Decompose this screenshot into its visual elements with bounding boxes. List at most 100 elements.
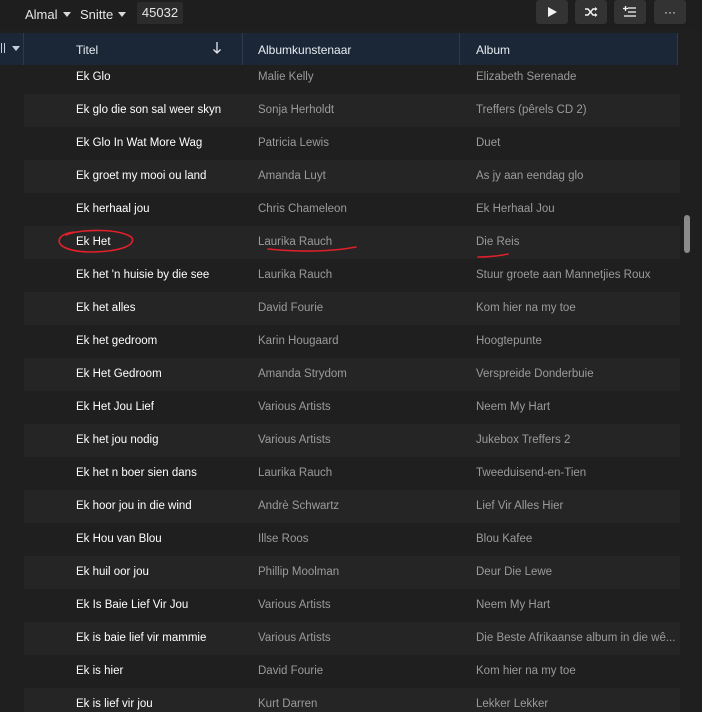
more-options-button[interactable]: ···	[654, 0, 686, 24]
table-row[interactable]: Ek Hou van Blou Illse Roos Blou Kafee	[24, 523, 680, 556]
table-row[interactable]: Ek Het Laurika Rauch Die Reis	[24, 226, 680, 259]
track-album: Kom hier na my toe	[476, 302, 576, 314]
track-title: Ek huil oor jou	[76, 566, 149, 578]
track-album: Verspreide Donderbuie	[476, 368, 594, 380]
column-header-album[interactable]: Album	[476, 43, 510, 57]
track-album: Ek Herhaal Jou	[476, 203, 555, 215]
track-album-artist: Laurika Rauch	[258, 269, 333, 281]
track-title: Ek hoor jou in die wind	[76, 500, 192, 512]
table-row[interactable]: Ek Glo In Wat More Wag Patricia Lewis Duet	[24, 127, 680, 160]
filter-dropdown-snitte[interactable]: Snitte	[80, 5, 127, 23]
track-title: Ek is hier	[76, 665, 124, 677]
table-row[interactable]: Ek hoor jou in die wind Andrè Schwartz Lie…	[24, 490, 680, 523]
track-title: Ek Hou van Blou	[76, 533, 162, 545]
toolbar: Almal Snitte 45032 ···	[0, 0, 702, 30]
track-count: 45032	[137, 2, 183, 24]
scrollbar-track[interactable]	[680, 61, 702, 712]
filter-dropdown-label: Snitte	[80, 6, 114, 22]
table-row[interactable]: Ek Glo Malie Kelly Elizabeth Serenade	[24, 61, 680, 94]
column-header-album-artist[interactable]: Albumkunstenaar	[258, 43, 351, 57]
track-album: Duet	[476, 137, 501, 149]
track-album-artist: Malie Kelly	[258, 71, 314, 83]
table-row[interactable]: Ek het jou nodig Various Artists Jukebox T…	[24, 424, 680, 457]
track-album-artist: Various Artists	[258, 434, 331, 446]
track-album-artist: Various Artists	[258, 401, 331, 413]
track-album-artist: Chris Chameleon	[258, 203, 347, 215]
table-row[interactable]: Ek het gedroom Karin Hougaard Hoogtepunte	[24, 325, 680, 358]
track-album: Jukebox Treffers 2	[476, 434, 571, 446]
filter-dropdown-almal[interactable]: Almal	[25, 5, 71, 23]
table-row[interactable]: Ek is baie lief vir mammie Various Artist…	[24, 622, 680, 655]
sort-down-arrow-icon[interactable]	[212, 41, 222, 55]
table-row[interactable]: Ek herhaal jou Chris Chameleon Ek Herhaal …	[24, 193, 680, 226]
track-title: Ek Is Baie Lief Vir Jou	[76, 599, 189, 611]
track-album-artist: Phillip Moolman	[258, 566, 340, 578]
track-album: Treffers (pêrels CD 2)	[476, 104, 587, 116]
play-button[interactable]	[536, 0, 568, 24]
track-album-artist: Kurt Darren	[258, 698, 318, 710]
track-title: Ek Glo In Wat More Wag	[76, 137, 203, 149]
add-to-queue-button[interactable]	[614, 0, 646, 24]
table-row[interactable]: Ek Is Baie Lief Vir Jou Various Artists Ne…	[24, 589, 680, 622]
track-album-artist: Sonja Herholdt	[258, 104, 335, 116]
table-row[interactable]: Ek Het Gedroom Amanda Strydom Verspreide D…	[24, 358, 680, 391]
table-row[interactable]: Ek is hier David Fourie Kom hier na my toe	[24, 655, 680, 688]
track-title: Ek Het Gedroom	[76, 368, 162, 380]
table-row[interactable]: Ek glo die son sal weer skyn Sonja Herhol…	[24, 94, 680, 127]
track-album: Tweeduisend-en-Tien	[476, 467, 587, 479]
track-album-artist: Laurika Rauch	[258, 236, 333, 248]
track-album-artist: David Fourie	[258, 302, 324, 314]
table-row[interactable]: Ek het n boer sien dans Laurika Rauch Twee…	[24, 457, 680, 490]
track-title: Ek Het Jou Lief	[76, 401, 154, 413]
shuffle-button[interactable]	[575, 0, 607, 24]
track-album: Elizabeth Serenade	[476, 71, 577, 83]
track-title: Ek groet my mooi ou land	[76, 170, 207, 182]
shuffle-icon	[585, 7, 598, 17]
chevron-down-icon	[12, 45, 20, 51]
track-album: Deur Die Lewe	[476, 566, 553, 578]
track-title: Ek is lief vir jou	[76, 698, 153, 710]
track-title: Ek het jou nodig	[76, 434, 159, 446]
table-row[interactable]: Ek het 'n huisie by die see Laurika Rauch…	[24, 259, 680, 292]
music-library-window: Almal Snitte 45032 ··· Titel Albumkunste…	[0, 0, 702, 712]
scrollbar-thumb[interactable]	[684, 215, 690, 253]
track-album: Lekker Lekker	[476, 698, 549, 710]
chevron-down-icon	[118, 12, 127, 17]
track-album-artist: Karin Hougaard	[258, 335, 339, 347]
track-album-artist: Various Artists	[258, 632, 331, 644]
track-title: Ek het gedroom	[76, 335, 158, 347]
table-row[interactable]: Ek is lief vir jou Kurt Darren Lekker Lekk…	[24, 688, 680, 712]
column-options[interactable]	[0, 43, 20, 53]
track-title: Ek glo die son sal weer skyn	[76, 104, 222, 116]
track-album-artist: Various Artists	[258, 599, 331, 611]
play-icon	[548, 7, 557, 17]
table-row[interactable]: Ek huil oor jou Phillip Moolman Deur Die L…	[24, 556, 680, 589]
add-to-queue-icon	[623, 6, 636, 17]
track-album: Lief Vir Alles Hier	[476, 500, 564, 512]
track-album-artist: Amanda Luyt	[258, 170, 326, 182]
track-title: Ek is baie lief vir mammie	[76, 632, 207, 644]
track-title: Ek Glo	[76, 71, 111, 83]
track-album-artist: Amanda Strydom	[258, 368, 347, 380]
track-title: Ek het n boer sien dans	[76, 467, 197, 479]
table-row[interactable]: Ek Het Jou Lief Various Artists Neem My Ha…	[24, 391, 680, 424]
track-album: Die Reis	[476, 236, 520, 248]
track-album: Neem My Hart	[476, 401, 551, 413]
track-album: Kom hier na my toe	[476, 665, 576, 677]
track-album-artist: Illse Roos	[258, 533, 309, 545]
column-header-title[interactable]: Titel	[76, 43, 98, 57]
track-album: As jy aan eendag glo	[476, 170, 584, 182]
chevron-down-icon	[62, 12, 71, 17]
filter-dropdown-label: Almal	[25, 6, 58, 22]
track-album: Stuur groete aan Mannetjies Roux	[476, 269, 651, 281]
track-album-artist: David Fourie	[258, 665, 324, 677]
column-resize-icon	[1, 43, 5, 53]
table-row[interactable]: Ek het alles David Fourie Kom hier na my t…	[24, 292, 680, 325]
table-row[interactable]: Ek groet my mooi ou land Amanda Luyt As jy…	[24, 160, 680, 193]
track-album: Neem My Hart	[476, 599, 551, 611]
track-album: Hoogtepunte	[476, 335, 542, 347]
track-title: Ek het 'n huisie by die see	[76, 269, 210, 281]
track-title: Ek herhaal jou	[76, 203, 150, 215]
track-album-artist: Laurika Rauch	[258, 467, 333, 479]
more-icon: ···	[664, 5, 676, 19]
